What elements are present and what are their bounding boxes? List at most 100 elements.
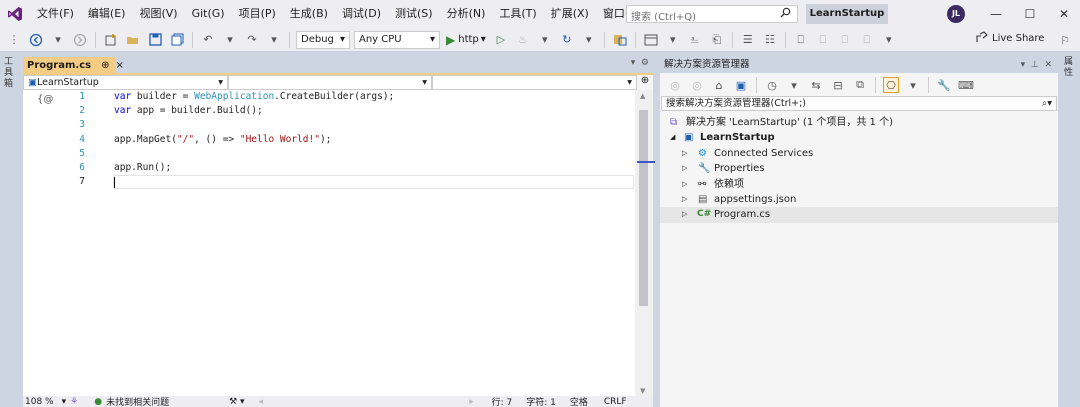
menu-edit[interactable]: 编辑(E) <box>81 0 133 28</box>
panel-options-icon[interactable]: ▾ ⊥ ✕ <box>1021 57 1052 73</box>
collapse-arrow-icon[interactable]: ▷ <box>682 192 687 207</box>
dropdown-arrow-icon[interactable]: ▾ <box>581 32 597 48</box>
undo-icon[interactable]: ↶ <box>200 32 216 48</box>
cleanup-icon[interactable]: ⚒ ▾ <box>229 397 244 407</box>
maximize-icon[interactable]: ☐ <box>1018 4 1042 24</box>
menu-extensions[interactable]: 扩展(X) <box>544 0 596 28</box>
collapse-all-icon[interactable]: ⊟ <box>830 77 846 93</box>
toolbar-overflow-icon[interactable]: ▾ <box>881 32 897 48</box>
menu-project[interactable]: 项目(P) <box>232 0 283 28</box>
browser-link-icon[interactable] <box>612 32 628 48</box>
dropdown-arrow-icon[interactable]: ▾ <box>222 32 238 48</box>
menu-git[interactable]: Git(G) <box>185 0 232 28</box>
save-all-icon[interactable] <box>169 32 185 48</box>
menu-file[interactable]: 文件(F) <box>30 0 81 28</box>
collapse-arrow-icon[interactable]: ▷ <box>682 146 687 161</box>
back-icon[interactable]: ◎ <box>667 77 683 93</box>
dropdown-arrow-icon[interactable]: ▾ <box>905 77 921 93</box>
navigate-forward-icon[interactable] <box>72 32 88 48</box>
menu-build[interactable]: 生成(B) <box>283 0 335 28</box>
clear-bookmarks-icon[interactable]: ⎕ <box>859 32 875 48</box>
code-line[interactable]: app.Run(); <box>114 161 634 175</box>
dropdown-arrow-icon[interactable]: ▾ <box>786 77 802 93</box>
code-text[interactable]: var builder = WebApplication.CreateBuild… <box>113 90 634 190</box>
layout-icon[interactable] <box>643 32 659 48</box>
code-line[interactable] <box>113 175 634 190</box>
line-ending-status[interactable]: CRLF <box>604 397 627 407</box>
tree-item-properties[interactable]: ▷ 🔧 Properties <box>660 161 1058 176</box>
pending-changes-icon[interactable]: ◷ <box>764 77 780 93</box>
live-share-button[interactable]: Live Share <box>976 31 1044 46</box>
comment-lines-icon[interactable]: ☰ <box>740 32 756 48</box>
preview-selected-icon[interactable]: ⎔ <box>883 77 899 93</box>
home-icon[interactable]: ⌂ <box>711 77 727 93</box>
scroll-right-icon[interactable]: ▸ <box>469 397 474 407</box>
refresh-icon[interactable]: ↻ <box>559 32 575 48</box>
quick-actions-icon[interactable]: {@ <box>37 94 53 105</box>
menu-view[interactable]: 视图(V) <box>132 0 184 28</box>
tree-item-project[interactable]: ◢ ▣ LearnStartup <box>660 130 1058 145</box>
issues-status[interactable]: 未找到相关问题 <box>106 395 169 407</box>
expand-arrow-icon[interactable]: ◢ <box>670 130 675 145</box>
visual-studio-logo-icon[interactable] <box>0 0 30 28</box>
column-status[interactable]: 字符: 1 <box>526 395 556 407</box>
switch-views-icon[interactable]: ▣ <box>733 77 749 93</box>
solution-search-input[interactable]: 搜索解决方案资源管理器(Ctrl+;) ⌕▾ <box>661 96 1057 111</box>
dropdown-arrow-icon[interactable]: ▾ <box>665 32 681 48</box>
tree-item-appsettings[interactable]: ▷ ▤ appsettings.json <box>660 192 1058 207</box>
close-icon[interactable]: ✕ <box>1052 4 1076 24</box>
tree-item-solution[interactable]: ⧉ 解决方案 'LearnStartup' (1 个项目，共 1 个) <box>660 115 1058 130</box>
dropdown-arrow-icon[interactable]: ▾ <box>537 32 553 48</box>
scroll-down-icon[interactable]: ▼ <box>640 387 645 395</box>
menu-debug[interactable]: 调试(D) <box>335 0 388 28</box>
next-bookmark-icon[interactable]: ⎕ <box>837 32 853 48</box>
code-line[interactable] <box>114 147 634 161</box>
tree-item-dependencies[interactable]: ▷ ⚯ 依赖项 <box>660 177 1058 192</box>
sync-icon[interactable]: ⇆ <box>808 77 824 93</box>
code-line[interactable]: app.MapGet("/", () => "Hello World!"); <box>114 133 634 147</box>
scrollbar-thumb[interactable] <box>639 110 648 306</box>
split-editor-icon[interactable]: ⊕ <box>637 75 653 90</box>
configuration-select[interactable]: Debug ▾ <box>296 30 350 49</box>
open-folder-icon[interactable] <box>125 32 141 48</box>
forward-icon[interactable]: ◎ <box>689 77 705 93</box>
code-line[interactable] <box>114 118 634 132</box>
properties-tab[interactable]: 属性 <box>1064 57 1076 79</box>
tab-options-icon[interactable]: ▾ ⚙ <box>631 58 649 68</box>
type-nav-dropdown[interactable]: ▾ <box>228 75 432 90</box>
bookmark-toggle-icon[interactable]: ⎗ <box>709 32 725 48</box>
line-status[interactable]: 行: 7 <box>492 395 513 407</box>
hot-reload-icon[interactable]: ♨ <box>515 32 531 48</box>
indent-status[interactable]: 空格 <box>570 395 588 407</box>
avatar[interactable]: JL <box>947 5 965 23</box>
uncomment-lines-icon[interactable]: ☷ <box>762 32 778 48</box>
navigate-back-icon[interactable] <box>28 32 44 48</box>
pin-icon[interactable]: ⊕ <box>101 60 109 71</box>
collapse-arrow-icon[interactable]: ▷ <box>682 161 687 176</box>
collapse-arrow-icon[interactable]: ▷ <box>682 207 687 222</box>
feedback-icon[interactable]: ⚐ <box>1057 32 1073 48</box>
step-icon[interactable]: ⎁ <box>687 32 703 48</box>
toolbox-tab[interactable]: 工具箱 <box>4 57 18 90</box>
tab-program-cs[interactable]: Program.cs ⊕ × <box>23 57 124 73</box>
tree-item-program-cs[interactable]: ▷ C# Program.cs <box>660 207 1058 223</box>
copilot-icon[interactable]: ⚘ <box>70 397 78 407</box>
menu-analyze[interactable]: 分析(N) <box>440 0 493 28</box>
prev-bookmark-icon[interactable]: ⎕ <box>815 32 831 48</box>
new-project-icon[interactable] <box>103 32 119 48</box>
search-input[interactable]: 搜索 (Ctrl+Q) <box>626 5 798 23</box>
menu-tools[interactable]: 工具(T) <box>492 0 543 28</box>
member-nav-dropdown[interactable]: ▾ <box>432 75 637 90</box>
code-line[interactable]: var builder = WebApplication.CreateBuild… <box>114 90 634 104</box>
code-area[interactable]: {@ 1 2 3 4 5 6 7 var builder = WebApplication.… <box>23 90 635 397</box>
bookmark-icon[interactable]: ⎕ <box>793 32 809 48</box>
show-all-files-icon[interactable]: ⧉ <box>852 77 868 93</box>
redo-icon[interactable]: ↷ <box>244 32 260 48</box>
collapse-arrow-icon[interactable]: ▷ <box>682 177 687 192</box>
properties-wrench-icon[interactable]: 🔧 <box>936 77 952 93</box>
menu-test[interactable]: 测试(S) <box>388 0 440 28</box>
vertical-scrollbar[interactable]: ▲ ▼ <box>635 90 653 397</box>
dropdown-arrow-icon[interactable]: ▾ <box>50 32 66 48</box>
minimize-icon[interactable]: — <box>984 4 1008 24</box>
scroll-up-icon[interactable]: ▲ <box>640 92 645 100</box>
